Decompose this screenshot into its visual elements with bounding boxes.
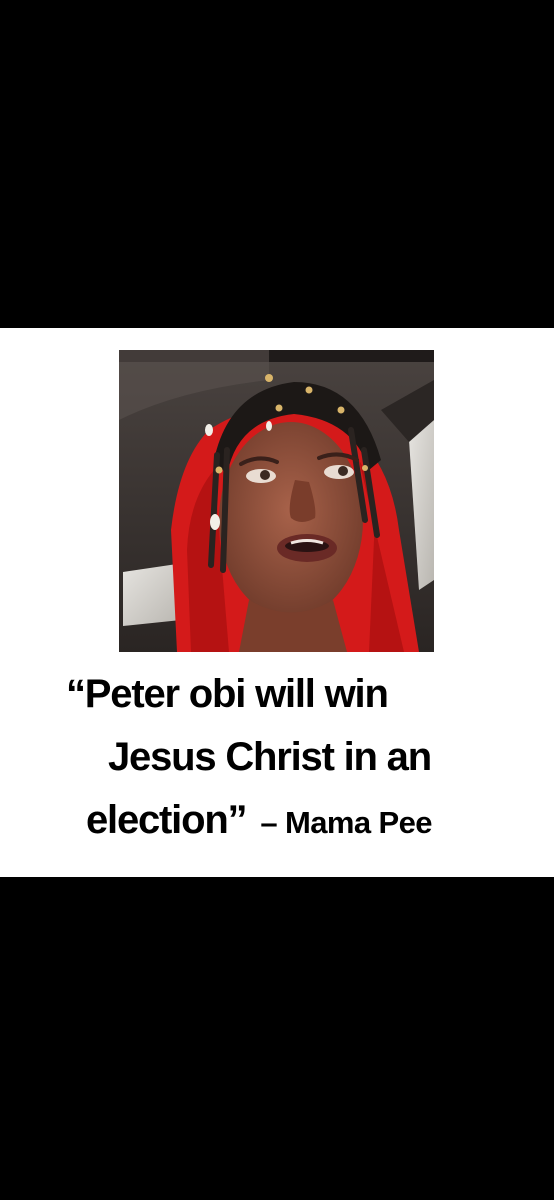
screen: “Peter obi will win Jesus Christ in an e… — [0, 0, 554, 1200]
quote-line-2: Jesus Christ in an — [108, 735, 432, 779]
quote-line-1: “Peter obi will win — [66, 672, 389, 716]
speaker-photo-illustration — [119, 350, 434, 652]
quote-line-3-text: election” — [86, 798, 248, 842]
quote-line-3: election” – Mama Pee — [86, 800, 432, 840]
quote-attribution: – Mama Pee — [260, 805, 432, 840]
top-black-bar — [0, 0, 554, 328]
speaker-photo — [119, 350, 434, 652]
bottom-black-bar — [0, 877, 554, 1200]
quote-card: “Peter obi will win Jesus Christ in an e… — [0, 328, 554, 877]
